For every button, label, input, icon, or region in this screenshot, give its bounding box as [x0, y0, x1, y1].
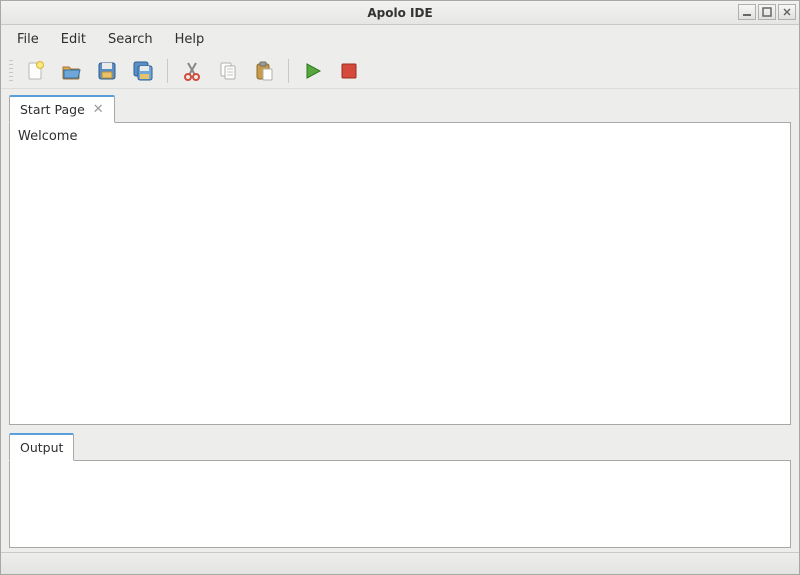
cut-icon [181, 60, 203, 82]
new-file-button[interactable] [21, 57, 49, 85]
maximize-button[interactable] [758, 4, 776, 20]
window-title: Apolo IDE [367, 6, 432, 20]
app-window: Apolo IDE File Edit Search Help [0, 0, 800, 575]
toolbar-separator [167, 59, 168, 83]
editor-tabstrip: Start Page ✕ [9, 95, 791, 122]
paste-button[interactable] [250, 57, 278, 85]
close-icon[interactable]: ✕ [93, 103, 104, 116]
content-area: Start Page ✕ Welcome Output [1, 89, 799, 552]
tab-label: Output [20, 440, 63, 455]
save-button[interactable] [93, 57, 121, 85]
open-folder-icon [60, 60, 82, 82]
editor-content: Welcome [18, 129, 77, 144]
stop-icon [338, 60, 360, 82]
run-button[interactable] [299, 57, 327, 85]
editor-pane[interactable]: Welcome [9, 122, 791, 425]
minimize-icon [742, 7, 752, 17]
close-icon [782, 7, 792, 17]
save-icon [96, 60, 118, 82]
tab-output[interactable]: Output [9, 433, 74, 461]
toolbar-grip [9, 60, 13, 82]
editor-panel: Start Page ✕ Welcome [9, 95, 791, 425]
stop-button[interactable] [335, 57, 363, 85]
titlebar: Apolo IDE [1, 1, 799, 25]
copy-button[interactable] [214, 57, 242, 85]
menu-file[interactable]: File [7, 28, 49, 51]
minimize-button[interactable] [738, 4, 756, 20]
tab-label: Start Page [20, 102, 85, 117]
run-icon [302, 60, 324, 82]
close-button[interactable] [778, 4, 796, 20]
toolbar [1, 53, 799, 89]
cut-button[interactable] [178, 57, 206, 85]
menu-search[interactable]: Search [98, 28, 163, 51]
save-all-icon [132, 60, 154, 82]
toolbar-separator [288, 59, 289, 83]
save-all-button[interactable] [129, 57, 157, 85]
output-panel: Output [9, 433, 791, 548]
open-button[interactable] [57, 57, 85, 85]
menu-edit[interactable]: Edit [51, 28, 96, 51]
copy-icon [217, 60, 239, 82]
statusbar [1, 552, 799, 574]
paste-icon [253, 60, 275, 82]
window-controls [738, 4, 796, 20]
menu-help[interactable]: Help [165, 28, 215, 51]
output-tabstrip: Output [9, 433, 791, 460]
output-pane[interactable] [9, 460, 791, 548]
maximize-icon [762, 7, 772, 17]
tab-start-page[interactable]: Start Page ✕ [9, 95, 115, 123]
menubar: File Edit Search Help [1, 25, 799, 53]
new-file-icon [24, 60, 46, 82]
